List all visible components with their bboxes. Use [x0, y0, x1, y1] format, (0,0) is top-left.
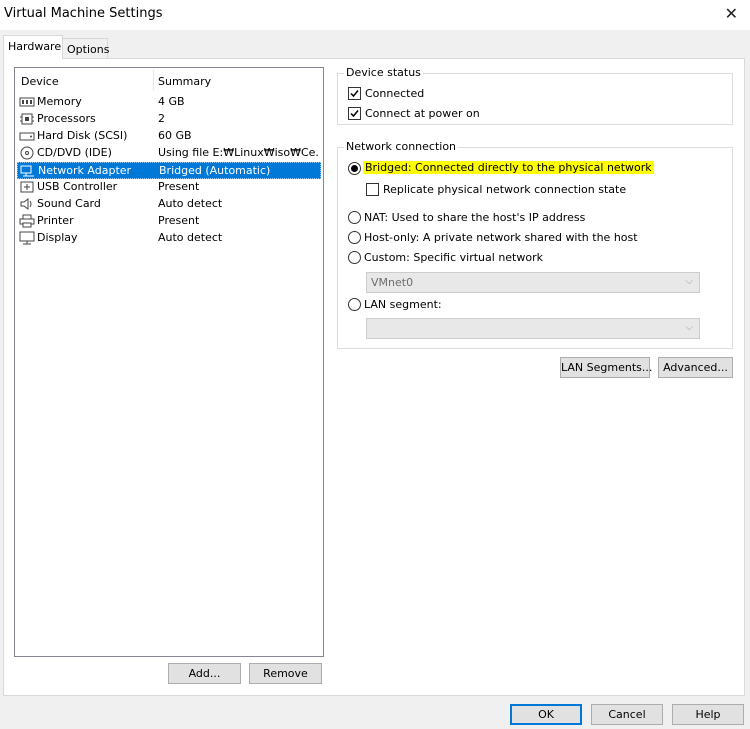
device-row-printer[interactable]: Printer Present: [17, 213, 321, 230]
device-name: Memory: [37, 95, 82, 108]
connect-at-power-on-checkbox[interactable]: [348, 107, 361, 120]
hard-disk-icon: [19, 132, 35, 141]
device-status-group: Device status Connected Connect at power…: [337, 66, 733, 125]
connected-label[interactable]: Connected: [365, 87, 424, 100]
device-row-cd-dvd[interactable]: CD/DVD (IDE) Using file E:₩Linux₩iso₩Ce.…: [17, 145, 321, 162]
nat-radio[interactable]: [348, 211, 361, 224]
lan-segment-label[interactable]: LAN segment:: [364, 298, 442, 311]
device-summary: 2: [158, 112, 165, 125]
connected-checkbox[interactable]: [348, 87, 361, 100]
replicate-checkbox[interactable]: [366, 183, 379, 196]
host-only-radio[interactable]: [348, 231, 361, 244]
device-name: Hard Disk (SCSI): [37, 129, 128, 142]
monitor-icon: [19, 231, 35, 245]
lan-segment-select[interactable]: ⌵: [366, 318, 700, 339]
network-connection-group: Network connection Bridged: Connected di…: [337, 140, 733, 349]
advanced-button[interactable]: Advanced...: [658, 357, 733, 378]
lan-segments-button[interactable]: LAN Segments...: [560, 357, 652, 378]
processor-icon: [20, 113, 34, 125]
tab-hardware[interactable]: Hardware: [3, 35, 63, 59]
bridged-label[interactable]: Bridged: Connected directly to the physi…: [363, 161, 654, 174]
device-summary: Auto detect: [158, 231, 223, 244]
nat-label[interactable]: NAT: Used to share the host's IP address: [364, 211, 585, 224]
device-name: Printer: [37, 214, 74, 227]
chevron-down-icon: ⌵: [685, 276, 693, 287]
tab-options[interactable]: Options: [62, 38, 110, 60]
remove-button[interactable]: Remove: [249, 663, 322, 684]
device-row-memory[interactable]: Memory 4 GB: [17, 94, 321, 111]
device-name: Display: [37, 231, 78, 244]
bridged-label-text: Bridged: Connected directly to the physi…: [363, 161, 654, 174]
device-row-network-adapter[interactable]: Network Adapter Bridged (Automatic): [17, 162, 321, 179]
device-row-sound-card[interactable]: Sound Card Auto detect: [17, 196, 321, 213]
column-header-summary[interactable]: Summary: [158, 75, 211, 88]
device-name: Network Adapter: [38, 164, 132, 177]
custom-network-value: VMnet0: [371, 276, 414, 289]
column-header-device[interactable]: Device: [21, 75, 59, 88]
column-separator[interactable]: [153, 70, 154, 90]
list-header: Device Summary: [15, 68, 323, 94]
network-connection-title: Network connection: [344, 140, 459, 153]
chevron-down-icon: ⌵: [685, 322, 693, 333]
title-bar: Virtual Machine Settings ✕: [0, 0, 750, 30]
bridged-radio[interactable]: [348, 162, 361, 175]
device-name: CD/DVD (IDE): [37, 146, 112, 159]
tab-options-label: Options: [67, 43, 110, 56]
tab-hardware-label: Hardware: [8, 40, 62, 53]
custom-network-select[interactable]: VMnet0 ⌵: [366, 272, 700, 293]
device-name: USB Controller: [37, 180, 118, 193]
add-button[interactable]: Add...: [168, 663, 241, 684]
device-summary: Present: [158, 214, 200, 227]
device-row-processors[interactable]: Processors 2: [17, 111, 321, 128]
hardware-panel: Device Summary Memory 4 GB Processors 2: [3, 58, 745, 696]
close-icon[interactable]: ✕: [725, 4, 738, 23]
window-title: Virtual Machine Settings: [4, 6, 163, 21]
help-button[interactable]: Help: [672, 704, 744, 725]
device-name: Processors: [37, 112, 96, 125]
printer-icon: [19, 214, 35, 228]
host-only-label[interactable]: Host-only: A private network shared with…: [364, 231, 638, 244]
device-summary: 60 GB: [158, 129, 192, 142]
network-adapter-icon: [20, 165, 34, 177]
device-summary: Bridged (Automatic): [159, 164, 271, 177]
device-summary: Using file E:₩Linux₩iso₩Ce...: [158, 146, 318, 159]
replicate-label[interactable]: Replicate physical network connection st…: [383, 183, 626, 196]
memory-icon: [19, 97, 35, 107]
device-summary: Present: [158, 180, 200, 193]
device-summary: Auto detect: [158, 197, 223, 210]
device-summary: 4 GB: [158, 95, 185, 108]
device-list[interactable]: Device Summary Memory 4 GB Processors 2: [14, 67, 324, 657]
usb-icon: [20, 181, 34, 193]
cd-dvd-icon: [20, 146, 34, 160]
custom-radio[interactable]: [348, 251, 361, 264]
ok-button[interactable]: OK: [510, 704, 582, 725]
device-row-display[interactable]: Display Auto detect: [17, 230, 321, 247]
device-name: Sound Card: [37, 197, 101, 210]
device-row-hard-disk[interactable]: Hard Disk (SCSI) 60 GB: [17, 128, 321, 145]
speaker-icon: [20, 198, 32, 210]
device-row-usb-controller[interactable]: USB Controller Present: [17, 179, 321, 196]
checkmark-icon: [350, 110, 359, 118]
connect-at-power-on-label[interactable]: Connect at power on: [365, 107, 480, 120]
cancel-button[interactable]: Cancel: [591, 704, 663, 725]
checkmark-icon: [350, 90, 359, 98]
lan-segment-radio[interactable]: [348, 298, 361, 311]
custom-label[interactable]: Custom: Specific virtual network: [364, 251, 543, 264]
device-status-title: Device status: [344, 66, 423, 79]
